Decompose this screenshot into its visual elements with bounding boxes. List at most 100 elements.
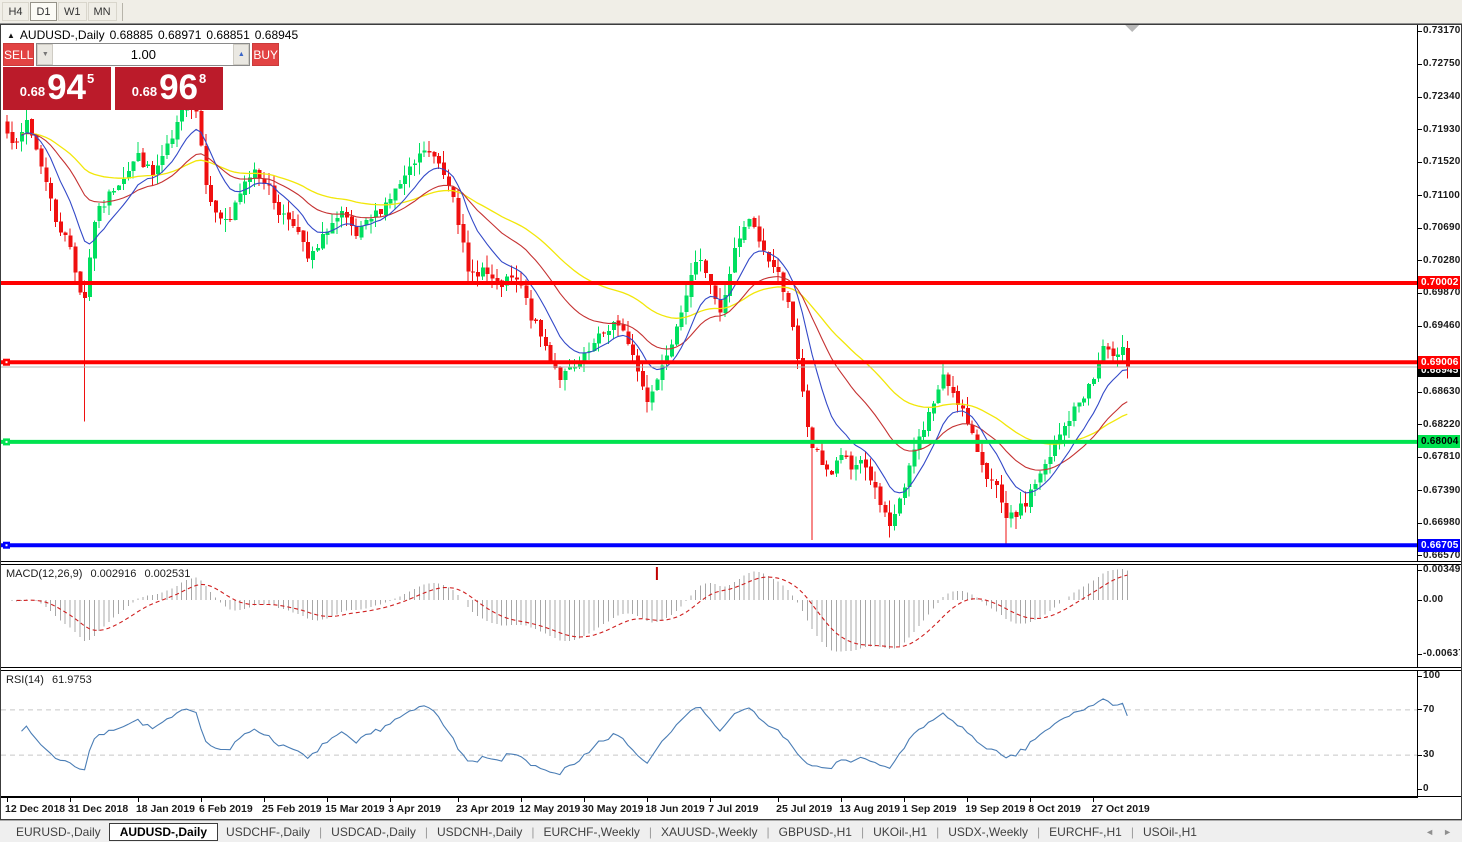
time-label: 31 Dec 2018 (68, 803, 128, 815)
macd-name: MACD(12,26,9) (6, 568, 82, 580)
rsi-line (22, 699, 1128, 775)
volume-increase-icon[interactable]: ▲ (233, 44, 249, 65)
timeframe-toolbar: H4D1W1MN (0, 0, 1462, 24)
rsi-axis[interactable]: 10070300 (1418, 671, 1460, 796)
quote-header: ▲ AUDUSD-,Daily 0.68885 0.68971 0.68851 … (7, 28, 303, 42)
macd-plot[interactable]: MACD(12,26,9) 0.002916 0.002531 (1, 565, 1418, 667)
tab-eurchf-h1[interactable]: EURCHF-,H1 (1041, 824, 1130, 840)
time-label: 19 Sep 2019 (965, 803, 1025, 815)
tab-usdcad-daily[interactable]: USDCAD-,Daily (323, 824, 424, 840)
one-click-trading-panel: SELL ▼ ▲ BUY 0.68 94 5 0.68 (3, 43, 223, 110)
rsi-tick-label: 100 (1423, 671, 1440, 681)
buy-price-sup: 8 (199, 71, 206, 86)
tab-audusd-daily[interactable]: AUDUSD-,Daily (109, 823, 218, 841)
tab-ukoil-h1[interactable]: UKOil-,H1 (865, 824, 935, 840)
time-label: 6 Feb 2019 (199, 803, 253, 815)
tab-usdchf-daily[interactable]: USDCHF-,Daily (218, 824, 318, 840)
time-label: 7 Jul 2019 (708, 803, 758, 815)
time-label: 15 Mar 2019 (325, 803, 385, 815)
sell-button[interactable]: SELL (3, 43, 34, 66)
chart-tabs: EURUSD-,DailyAUDUSD-,DailyUSDCHF-,Daily|… (8, 823, 1205, 841)
tab-scroll-right-icon[interactable]: ► (1443, 827, 1452, 837)
time-label: 12 May 2019 (519, 803, 580, 815)
sell-price-prefix: 0.68 (20, 84, 45, 99)
chart-tabs-bar: EURUSD-,DailyAUDUSD-,DailyUSDCHF-,Daily|… (0, 820, 1462, 842)
rsi-tick-label: 70 (1423, 704, 1435, 715)
level-price-label: 0.68004 (1418, 435, 1460, 448)
macd-pane: MACD(12,26,9) 0.002916 0.002531 0.003490… (1, 564, 1461, 668)
price-tick-label: 0.72340 (1423, 91, 1460, 102)
price-tick-label: 0.68630 (1423, 386, 1460, 397)
time-label: 18 Jan 2019 (136, 803, 195, 815)
time-label: 23 Apr 2019 (456, 803, 515, 815)
tab-eurchf-weekly[interactable]: EURCHF-,Weekly (535, 824, 647, 840)
timeframe-button-mn[interactable]: MN (88, 2, 117, 21)
time-label: 13 Aug 2019 (839, 803, 900, 815)
rsi-label: RSI(14) 61.9753 (6, 674, 97, 686)
price-tick-label: 0.70280 (1423, 255, 1460, 266)
timeframe-button-w1[interactable]: W1 (58, 2, 87, 21)
time-axis[interactable]: 12 Dec 201831 Dec 201818 Jan 20196 Feb 2… (1, 797, 1418, 819)
sell-price-display[interactable]: 0.68 94 5 (3, 67, 111, 110)
buy-button[interactable]: BUY (252, 43, 279, 66)
volume-input[interactable] (53, 44, 233, 65)
timeframe-buttons: H4D1W1MN (2, 2, 118, 21)
time-label: 27 Oct 2019 (1091, 803, 1149, 815)
main-chart-pane: ▲ AUDUSD-,Daily 0.68885 0.68971 0.68851 … (1, 25, 1461, 562)
rsi-value: 61.9753 (52, 674, 92, 686)
tab-xauusd-weekly[interactable]: XAUUSD-,Weekly (653, 824, 765, 840)
price-tick-label: 0.71100 (1423, 190, 1460, 201)
rsi-tick-label: 0 (1423, 783, 1429, 794)
volume-decrease-icon[interactable]: ▼ (37, 44, 53, 65)
time-label: 1 Sep 2019 (902, 803, 956, 815)
buy-price-prefix: 0.68 (132, 84, 157, 99)
ma-mid-line (22, 134, 1128, 471)
level-price-label: 0.66705 (1418, 539, 1460, 552)
quote-high: 0.68971 (158, 28, 201, 42)
price-tick-label: 0.71930 (1423, 124, 1460, 135)
macd-signal-line (17, 575, 1128, 647)
tab-gbpusd-h1[interactable]: GBPUSD-,H1 (771, 824, 860, 840)
price-tick-label: 0.67810 (1423, 451, 1460, 462)
level-price-label: 0.69006 (1418, 356, 1460, 369)
buy-price-display[interactable]: 0.68 96 8 (115, 67, 223, 110)
tab-scroll-left-icon[interactable]: ◄ (1425, 827, 1434, 837)
tab-usoil-h1[interactable]: USOil-,H1 (1135, 824, 1205, 840)
time-label: 25 Feb 2019 (262, 803, 322, 815)
chart-shift-marker-icon[interactable] (1125, 25, 1139, 32)
time-label: 25 Jul 2019 (776, 803, 832, 815)
macd-tick-label: -0.00637 (1423, 648, 1460, 659)
macd-histogram (7, 569, 1127, 652)
macd-tick-label: 0.00 (1423, 594, 1443, 605)
collapse-panel-icon[interactable]: ▲ (7, 31, 15, 40)
macd-value-main: 0.002916 (90, 568, 136, 580)
quote-low: 0.68851 (206, 28, 249, 42)
buy-price-big: 96 (159, 67, 198, 108)
macd-tick-label: 0.00349 (1423, 565, 1460, 575)
tab-usdx-weekly[interactable]: USDX-,Weekly (940, 824, 1036, 840)
rsi-pane: RSI(14) 61.9753 10070300 (1, 670, 1461, 797)
price-tick-label: 0.68220 (1423, 419, 1460, 430)
macd-axis[interactable]: 0.00349 0.00 -0.00637 (1418, 565, 1460, 667)
main-chart-plot[interactable]: ▲ AUDUSD-,Daily 0.68885 0.68971 0.68851 … (1, 25, 1418, 561)
volume-spinner: ▼ ▲ (36, 43, 250, 66)
timeframe-button-d1[interactable]: D1 (30, 2, 57, 21)
rsi-plot[interactable]: RSI(14) 61.9753 (1, 671, 1418, 796)
macd-label: MACD(12,26,9) 0.002916 0.002531 (6, 568, 195, 580)
chart-window: ▲ AUDUSD-,Daily 0.68885 0.68971 0.68851 … (0, 24, 1462, 820)
price-tick-label: 0.71520 (1423, 156, 1460, 167)
time-label: 8 Oct 2019 (1028, 803, 1081, 815)
tab-eurusd-daily[interactable]: EURUSD-,Daily (8, 824, 109, 840)
toolbar-separator (122, 3, 123, 21)
tab-nav: ◄ ► (1425, 827, 1462, 837)
price-tick-label: 0.70690 (1423, 222, 1460, 233)
time-label: 30 May 2019 (582, 803, 643, 815)
tab-usdcnh-daily[interactable]: USDCNH-,Daily (429, 824, 530, 840)
quote-open: 0.68885 (110, 28, 153, 42)
time-axis-row: 12 Dec 201831 Dec 201818 Jan 20196 Feb 2… (1, 797, 1461, 819)
price-axis[interactable]: 0.731700.727500.723400.719300.715200.711… (1418, 25, 1460, 561)
price-tick-label: 0.66980 (1423, 517, 1460, 528)
timeframe-button-h4[interactable]: H4 (2, 2, 29, 21)
quote-close: 0.68945 (255, 28, 298, 42)
level-price-label: 0.70002 (1418, 276, 1460, 289)
